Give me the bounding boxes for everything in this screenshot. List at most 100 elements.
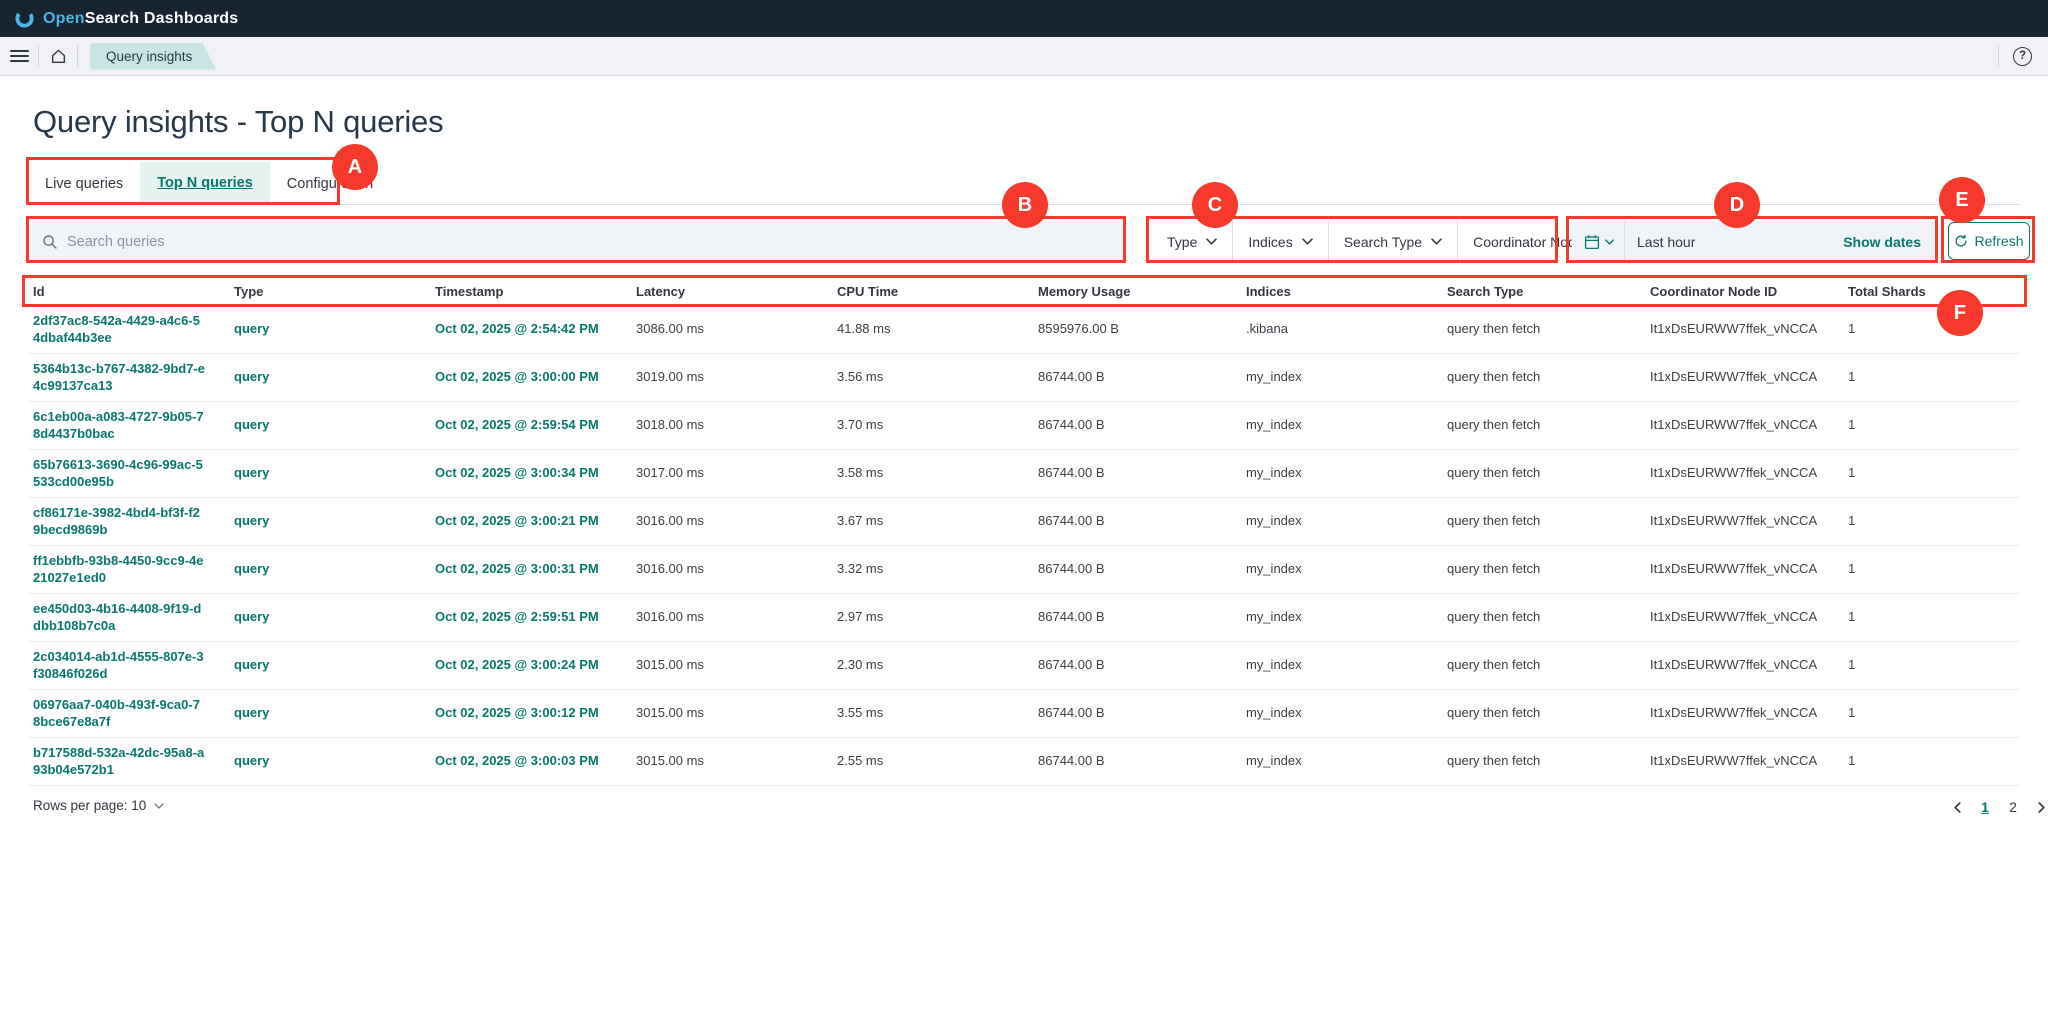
filter-indices[interactable]: Indices	[1233, 221, 1327, 262]
cell-type[interactable]: query	[229, 546, 430, 593]
cell-memory: 86744.00 B	[1033, 738, 1241, 785]
cell-timestamp[interactable]: Oct 02, 2025 @ 2:59:54 PM	[430, 402, 631, 449]
cell-cpu: 3.58 ms	[832, 450, 1033, 497]
cell-type[interactable]: query	[229, 594, 430, 641]
search-input[interactable]	[67, 234, 1110, 250]
cell-timestamp[interactable]: Oct 02, 2025 @ 3:00:00 PM	[430, 354, 631, 401]
cell-memory: 86744.00 B	[1033, 690, 1241, 737]
cell-type[interactable]: query	[229, 642, 430, 689]
cell-id[interactable]: 5364b13c-b767-4382-9bd7-e4c99137ca13	[28, 354, 229, 401]
filter-search-type[interactable]: Search Type	[1329, 221, 1457, 262]
cell-latency: 3016.00 ms	[631, 498, 832, 545]
cell-memory: 86744.00 B	[1033, 354, 1241, 401]
breadcrumb-label: Query insights	[106, 49, 192, 64]
cell-timestamp[interactable]: Oct 02, 2025 @ 3:00:24 PM	[430, 642, 631, 689]
table-row: 6c1eb00a-a083-4727-9b05-78d4437b0bacquer…	[28, 402, 2020, 450]
cell-shards: 1	[1843, 498, 2020, 545]
cell-indices: my_index	[1241, 354, 1442, 401]
cell-timestamp[interactable]: Oct 02, 2025 @ 3:00:31 PM	[430, 546, 631, 593]
cell-id[interactable]: 2c034014-ab1d-4555-807e-3f30846f026d	[28, 642, 229, 689]
cell-node: It1xDsEURWW7ffek_vNCCA	[1645, 642, 1843, 689]
date-quick-select-button[interactable]	[1572, 221, 1625, 262]
column-header-latency: Latency	[631, 277, 832, 306]
rows-per-page-selector[interactable]: Rows per page: 10	[33, 798, 164, 813]
logo-text-open: Open	[43, 10, 85, 27]
cell-latency: 3019.00 ms	[631, 354, 832, 401]
cell-timestamp[interactable]: Oct 02, 2025 @ 2:54:42 PM	[430, 306, 631, 353]
show-dates-button[interactable]: Show dates	[1843, 234, 1934, 250]
cell-timestamp[interactable]: Oct 02, 2025 @ 3:00:34 PM	[430, 450, 631, 497]
cell-id[interactable]: ee450d03-4b16-4408-9f19-ddbb108b7c0a	[28, 594, 229, 641]
annotation-badge-f: F	[1937, 290, 1983, 336]
help-icon[interactable]: ?	[2013, 47, 2032, 66]
column-header-memory: Memory Usage	[1033, 277, 1241, 306]
cell-timestamp[interactable]: Oct 02, 2025 @ 2:59:51 PM	[430, 594, 631, 641]
chevron-right-icon	[2038, 802, 2045, 813]
cell-type[interactable]: query	[229, 738, 430, 785]
app-header: OpenSearch Dashboards	[0, 0, 2048, 37]
cell-shards: 1	[1843, 738, 2020, 785]
column-header-type: Type	[229, 277, 430, 306]
filter-indices-label: Indices	[1248, 234, 1292, 250]
refresh-button[interactable]: Refresh	[1948, 222, 2030, 260]
cell-id[interactable]: cf86171e-3982-4bd4-bf3f-f29becd9869b	[28, 498, 229, 545]
cell-id[interactable]: 6c1eb00a-a083-4727-9b05-78d4437b0bac	[28, 402, 229, 449]
cell-id[interactable]: b717588d-532a-42dc-95a8-a93b04e572b1	[28, 738, 229, 785]
cell-indices: my_index	[1241, 498, 1442, 545]
chevron-down-icon	[1431, 238, 1442, 245]
cell-cpu: 3.67 ms	[832, 498, 1033, 545]
date-range-value[interactable]: Last hour	[1625, 234, 1695, 250]
cell-latency: 3017.00 ms	[631, 450, 832, 497]
tab-top-n-queries[interactable]: Top N queries	[140, 162, 270, 205]
cell-node: It1xDsEURWW7ffek_vNCCA	[1645, 546, 1843, 593]
column-header-timestamp: Timestamp	[430, 277, 631, 306]
next-page-button[interactable]	[2030, 795, 2048, 819]
filter-group: Type Indices Search Type Coordinator Nod…	[1152, 221, 1636, 262]
cell-type[interactable]: query	[229, 498, 430, 545]
hamburger-icon	[10, 50, 29, 63]
cell-id[interactable]: 2df37ac8-542a-4429-a4c6-54dbaf44b3ee	[28, 306, 229, 353]
cell-latency: 3015.00 ms	[631, 642, 832, 689]
cell-type[interactable]: query	[229, 306, 430, 353]
annotation-badge-c: C	[1192, 182, 1238, 228]
annotation-badge-d: D	[1714, 182, 1760, 228]
cell-id[interactable]: 65b76613-3690-4c96-99ac-5533cd00e95b	[28, 450, 229, 497]
cell-latency: 3018.00 ms	[631, 402, 832, 449]
cell-node: It1xDsEURWW7ffek_vNCCA	[1645, 354, 1843, 401]
annotation-badge-a: A	[332, 144, 378, 190]
column-header-cpu: CPU Time	[832, 277, 1033, 306]
cell-cpu: 41.88 ms	[832, 306, 1033, 353]
cell-search_type: query then fetch	[1442, 354, 1645, 401]
cell-timestamp[interactable]: Oct 02, 2025 @ 3:00:03 PM	[430, 738, 631, 785]
tab-live-queries[interactable]: Live queries	[28, 162, 140, 205]
cell-memory: 86744.00 B	[1033, 546, 1241, 593]
filter-search-type-label: Search Type	[1344, 234, 1422, 250]
cell-type[interactable]: query	[229, 690, 430, 737]
cell-node: It1xDsEURWW7ffek_vNCCA	[1645, 738, 1843, 785]
cell-search_type: query then fetch	[1442, 738, 1645, 785]
cell-type[interactable]: query	[229, 402, 430, 449]
cell-cpu: 2.55 ms	[832, 738, 1033, 785]
cell-memory: 86744.00 B	[1033, 642, 1241, 689]
cell-timestamp[interactable]: Oct 02, 2025 @ 3:00:12 PM	[430, 690, 631, 737]
cell-memory: 86744.00 B	[1033, 450, 1241, 497]
cell-id[interactable]: 06976aa7-040b-493f-9ca0-78bce67e8a7f	[28, 690, 229, 737]
cell-timestamp[interactable]: Oct 02, 2025 @ 3:00:21 PM	[430, 498, 631, 545]
cell-search_type: query then fetch	[1442, 402, 1645, 449]
previous-page-button[interactable]	[1946, 795, 1968, 819]
breadcrumb-query-insights[interactable]: Query insights	[90, 43, 216, 70]
home-button[interactable]	[39, 37, 77, 76]
page-button-1[interactable]: 1	[1974, 795, 1996, 819]
cell-type[interactable]: query	[229, 354, 430, 401]
cell-type[interactable]: query	[229, 450, 430, 497]
opensearch-logo-icon	[14, 8, 35, 29]
cell-indices: my_index	[1241, 402, 1442, 449]
cell-shards: 1	[1843, 594, 2020, 641]
cell-id[interactable]: ff1ebbfb-93b8-4450-9cc9-4e21027e1ed0	[28, 546, 229, 593]
table-row: ff1ebbfb-93b8-4450-9cc9-4e21027e1ed0quer…	[28, 546, 2020, 594]
cell-search_type: query then fetch	[1442, 594, 1645, 641]
menu-button[interactable]	[0, 37, 38, 76]
cell-latency: 3016.00 ms	[631, 594, 832, 641]
chevron-down-icon	[1302, 238, 1313, 245]
page-button-2[interactable]: 2	[2002, 795, 2024, 819]
